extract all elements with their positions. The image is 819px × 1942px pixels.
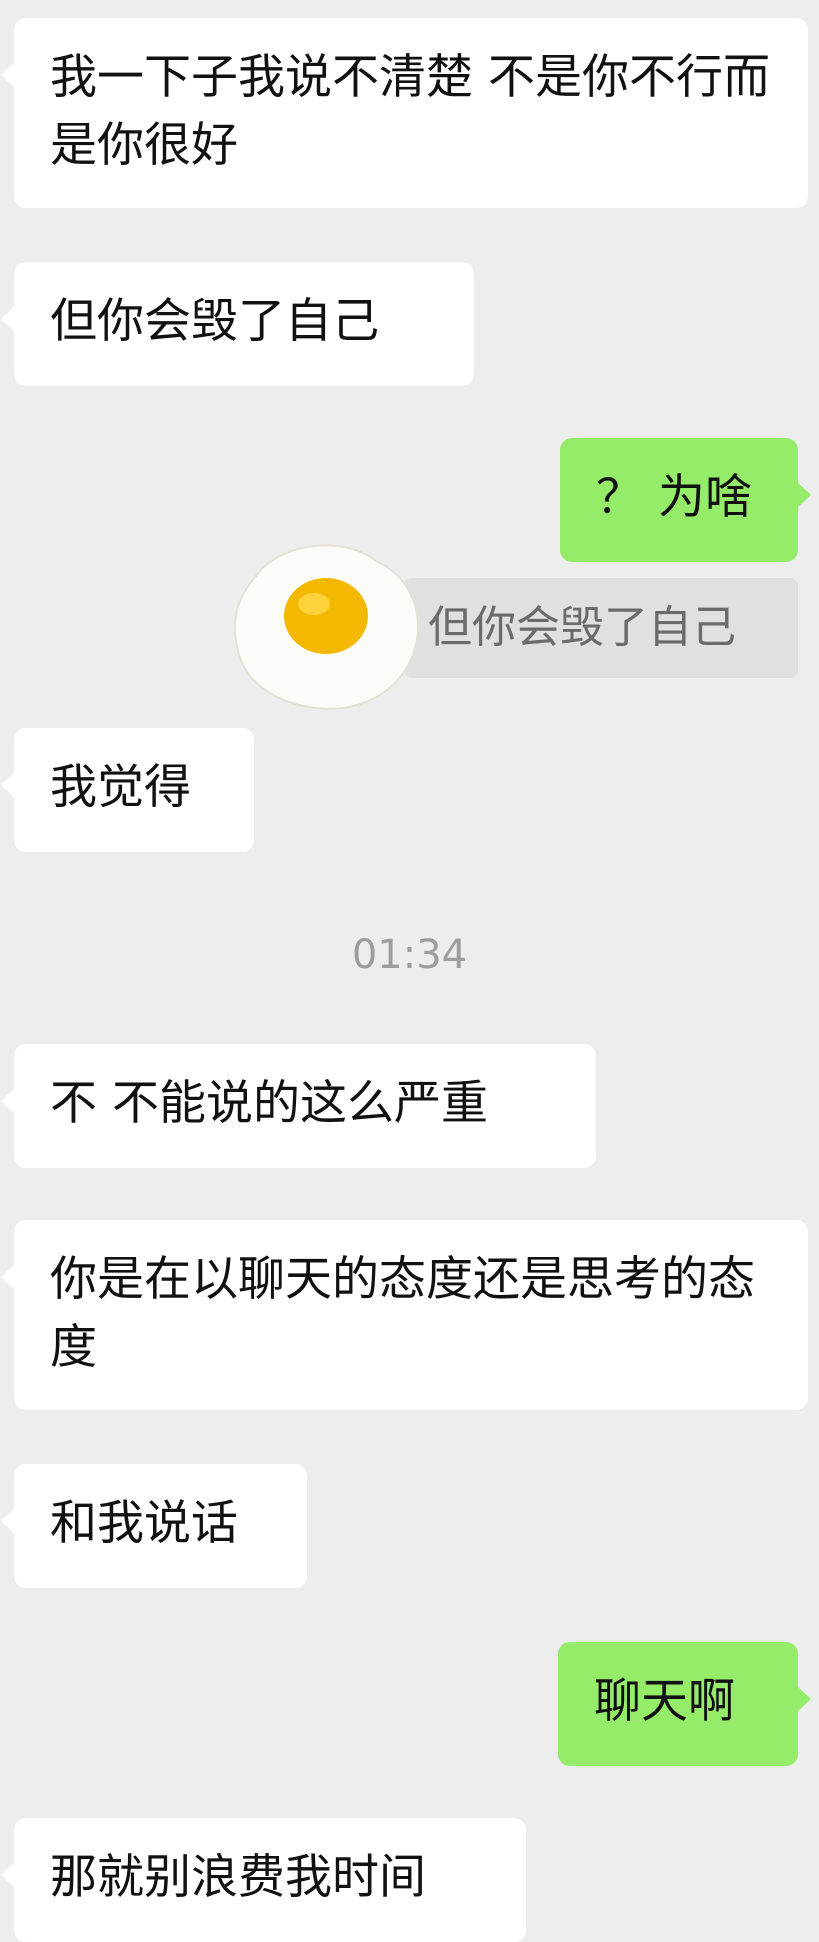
- message-bubble-outgoing[interactable]: ？ 为啥: [560, 438, 811, 562]
- fried-egg-icon[interactable]: [226, 536, 426, 716]
- message-bubble-incoming[interactable]: 我觉得: [1, 728, 254, 852]
- quoted-message[interactable]: 但你会毁了自己: [404, 578, 798, 678]
- message-bubble-incoming[interactable]: 和我说话: [1, 1464, 307, 1588]
- message-bubble-outgoing[interactable]: 聊天啊: [558, 1642, 811, 1766]
- message-bubble-incoming[interactable]: 那就别浪费我时间: [1, 1818, 526, 1942]
- message-bubble-incoming[interactable]: 但你会毁了自己: [1, 262, 474, 386]
- message-bubble-incoming[interactable]: 你是在以聊天的态度还是思考的态度: [1, 1220, 808, 1410]
- message-bubble-incoming[interactable]: 不 不能说的这么严重: [1, 1044, 596, 1168]
- message-bubble-incoming[interactable]: 我一下子我说不清楚 不是你不行而是你很好: [1, 18, 808, 208]
- message-timestamp: 01:34: [351, 932, 468, 978]
